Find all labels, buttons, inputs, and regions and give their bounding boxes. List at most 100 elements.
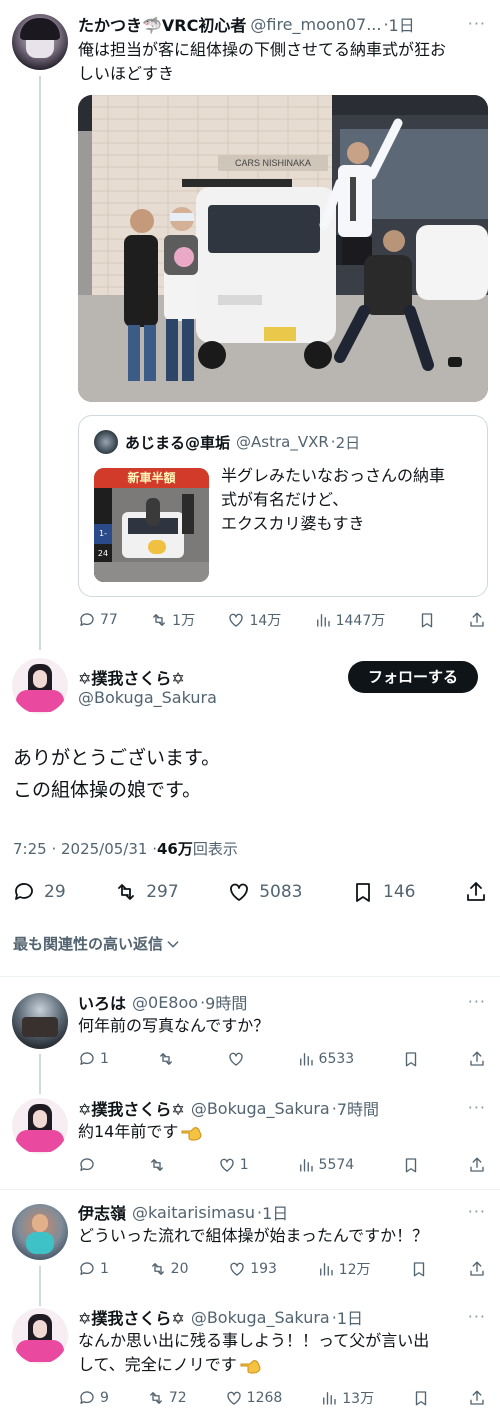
like-button[interactable] — [227, 1050, 249, 1068]
tweet-time[interactable]: 1日 — [389, 12, 415, 36]
like-button[interactable]: 1 — [218, 1156, 249, 1174]
like-button[interactable]: 5083 — [227, 880, 302, 904]
avatar-sakura[interactable] — [12, 658, 68, 714]
reply-author-handle[interactable]: @Bokuga_Sakura — [191, 1099, 330, 1118]
tweet-photo[interactable]: CARS NISHINAKA — [78, 95, 488, 402]
avatar-ishimine[interactable] — [12, 1204, 68, 1260]
bookmark-icon — [421, 613, 432, 628]
bookmark-button[interactable] — [412, 1389, 430, 1407]
more-options-icon[interactable]: ··· — [468, 1202, 486, 1221]
avatar-sakura[interactable] — [12, 1308, 68, 1364]
reply-count: 1 — [100, 1051, 109, 1067]
bookmark-icon — [405, 1158, 417, 1173]
avatar-iroha[interactable] — [12, 993, 68, 1049]
avatar-sakura[interactable] — [12, 1098, 68, 1154]
retweet-button[interactable]: 297 — [114, 880, 179, 904]
like-button[interactable]: 14万 — [227, 610, 281, 630]
author-name[interactable]: たかつき🦈VRC初心者 — [78, 12, 246, 36]
share-button[interactable] — [468, 1050, 486, 1068]
more-options-icon[interactable]: ··· — [468, 992, 486, 1011]
like-count: 193 — [250, 1261, 277, 1277]
share-button[interactable] — [464, 880, 488, 904]
tweet-text: 俺は担当が客に組体操の下側させてる納車式が狂お しいほどすき — [78, 40, 447, 83]
sort-replies-dropdown[interactable]: 最も関連性の高い返信 — [13, 933, 181, 954]
views-button[interactable]: 6533 — [297, 1050, 354, 1068]
reply-time[interactable]: 1日 — [262, 1200, 288, 1224]
share-icon — [470, 1261, 484, 1276]
bookmark-button[interactable] — [410, 1260, 428, 1278]
more-options-icon[interactable]: ··· — [468, 1098, 486, 1117]
main-author-name[interactable]: ✡撲我さくら✡ — [78, 665, 185, 689]
reply-button[interactable] — [78, 1156, 100, 1174]
reply-button[interactable]: 9 — [78, 1389, 109, 1407]
reply-button[interactable]: 77 — [78, 611, 118, 629]
reply-author-handle[interactable]: @0E8oo — [132, 993, 198, 1012]
share-button[interactable] — [468, 1156, 486, 1174]
retweet-button[interactable]: 20 — [149, 1260, 188, 1278]
reply-time[interactable]: 7時間 — [337, 1096, 379, 1120]
quote-time[interactable]: 2日 — [336, 432, 361, 453]
views-icon — [299, 1159, 313, 1172]
views-button[interactable]: 1447万 — [314, 610, 385, 630]
quote-thumbnail[interactable]: 新車半額 1-24 — [94, 468, 209, 582]
retweet-button[interactable]: 72 — [147, 1389, 187, 1407]
main-author-handle[interactable]: @Bokuga_Sakura — [78, 688, 217, 707]
bookmark-icon — [356, 883, 370, 902]
reply-actions: 1 6533 — [78, 1049, 486, 1069]
retweet-icon — [149, 1392, 162, 1404]
quote-tweet-card[interactable]: あじまる@車垢 @Astra_VXR · 2日 新車半額 1-24 半グレみたい… — [78, 415, 488, 597]
reply-time[interactable]: 1日 — [337, 1305, 363, 1329]
tweet-timestamp[interactable]: 7:25 · 2025/05/31 · — [13, 840, 157, 858]
reply-button[interactable]: 29 — [12, 880, 66, 904]
share-button[interactable] — [468, 1389, 486, 1407]
heart-icon — [229, 613, 244, 627]
thread-line — [39, 1054, 41, 1094]
avatar-takatsuki[interactable] — [12, 14, 68, 70]
reply-author-name[interactable]: ✡撲我さくら✡ — [78, 1096, 185, 1120]
reply-icon — [80, 1391, 94, 1404]
quote-avatar[interactable] — [94, 430, 118, 454]
share-button[interactable] — [468, 1260, 486, 1278]
reply-button[interactable]: 1 — [78, 1260, 109, 1278]
reply-count: 77 — [100, 612, 118, 628]
share-icon — [470, 1157, 484, 1172]
share-icon — [470, 612, 484, 627]
reply-count: 1 — [100, 1261, 109, 1277]
views-button[interactable]: 13万 — [320, 1388, 374, 1408]
follow-button[interactable]: フォローする — [348, 661, 478, 693]
reply-author-name[interactable]: ✡撲我さくら✡ — [78, 1305, 185, 1329]
reply-button[interactable]: 1 — [78, 1050, 109, 1068]
retweet-button[interactable]: 1万 — [150, 610, 195, 630]
views-button[interactable]: 5574 — [297, 1156, 354, 1174]
main-tweet-text: ありがとうございます。 この組体操の娘です。 — [13, 747, 221, 801]
view-count: 46万 — [156, 840, 193, 858]
reply-author-name[interactable]: 伊志嶺 — [78, 1200, 126, 1224]
bookmark-button[interactable] — [402, 1050, 420, 1068]
more-options-icon[interactable]: ··· — [468, 14, 486, 33]
reply-author-name[interactable]: いろは — [78, 990, 126, 1014]
shop-sign: CARS NISHINAKA — [218, 155, 328, 171]
reply-time[interactable]: 9時間 — [205, 990, 247, 1014]
views-button[interactable]: 12万 — [317, 1259, 371, 1279]
bookmark-icon — [415, 1391, 427, 1406]
retweet-button[interactable] — [157, 1050, 179, 1068]
reply-author-handle[interactable]: @Bokuga_Sakura — [191, 1308, 330, 1327]
chevron-down-icon — [167, 940, 179, 948]
divider — [0, 1189, 500, 1190]
like-button[interactable]: 193 — [228, 1260, 277, 1278]
bookmark-button[interactable]: 146 — [351, 880, 415, 904]
reply-icon — [80, 1052, 94, 1065]
share-button[interactable] — [468, 611, 486, 629]
bookmark-button[interactable] — [418, 611, 436, 629]
more-options-icon[interactable]: ··· — [468, 1307, 486, 1326]
quote-author-handle[interactable]: @Astra_VXR — [236, 433, 329, 451]
bookmark-button[interactable] — [402, 1156, 420, 1174]
reply-author-handle[interactable]: @kaitarisimasu — [132, 1203, 255, 1222]
quote-author-name[interactable]: あじまる@車垢 — [125, 432, 230, 453]
retweet-button[interactable] — [148, 1156, 170, 1174]
author-handle[interactable]: @fire_moon07... — [250, 15, 381, 34]
like-count: 1 — [239, 1157, 249, 1173]
pointing-hand-emoji-icon — [181, 1127, 202, 1141]
like-button[interactable]: 1268 — [225, 1389, 282, 1407]
retweet-count: 297 — [146, 882, 179, 902]
